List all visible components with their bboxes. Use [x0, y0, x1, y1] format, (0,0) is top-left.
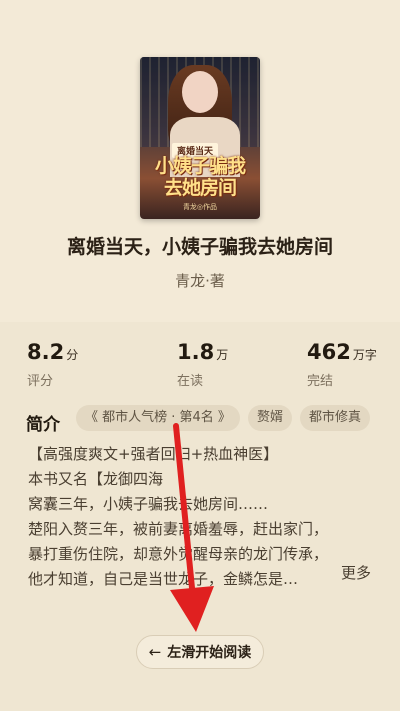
- description-line: 窝囊三年，小姨子骗我去她房间……: [28, 495, 269, 513]
- stat-unit: 万: [216, 348, 229, 362]
- stat-unit: 万字: [352, 348, 377, 362]
- tag-list: 《 都市人气榜 · 第4名 》 赘婿 都市修真: [76, 405, 370, 431]
- more-link[interactable]: 更多: [341, 562, 371, 583]
- description-line: 他才知道，自己是当世龙子，金鳞怎是…: [28, 570, 299, 588]
- start-reading-button[interactable]: ← 左滑开始阅读: [136, 635, 264, 669]
- cover-figure-face: [182, 71, 218, 113]
- book-cover[interactable]: 离婚当天 小姨子骗我去她房间 青龙◎作品: [140, 57, 260, 219]
- stat-label: 完结: [307, 374, 334, 389]
- tag-genre[interactable]: 赘婿: [247, 405, 292, 431]
- description-line: 暴打重伤住院，却意外觉醒母亲的龙门传承，: [28, 545, 329, 563]
- book-description[interactable]: 【高强度爽文+强者回归+热血神医】 本书又名【龙御四海 窝囊三年，小姨子骗我去她…: [28, 442, 378, 592]
- stat-rating: 8.2 分 评分: [27, 340, 78, 389]
- description-line: 本书又名【龙御四海: [28, 470, 164, 488]
- stat-value: 462: [307, 340, 351, 364]
- description-line: 【高强度爽文+强者回归+热血神医】: [28, 445, 279, 463]
- stat-unit: 分: [66, 348, 79, 362]
- book-author[interactable]: 青龙·著: [0, 270, 400, 291]
- tag-ranking[interactable]: 《 都市人气榜 · 第4名 》: [76, 405, 240, 431]
- arrow-left-icon: ←: [148, 643, 162, 661]
- start-reading-label: 左滑开始阅读: [167, 645, 252, 661]
- stat-label: 在读: [177, 374, 204, 389]
- stat-label: 评分: [27, 374, 54, 389]
- stat-readers: 1.8 万 在读: [177, 340, 228, 389]
- book-title: 离婚当天，小姨子骗我去她房间: [66, 236, 333, 258]
- description-line: 楚阳入赘三年，被前妻离婚羞辱，赶出家门，: [28, 520, 329, 538]
- cover-title: 小姨子骗我去她房间: [154, 155, 246, 199]
- stat-wordcount: 462 万字 完结: [307, 340, 377, 389]
- stat-value: 8.2: [27, 340, 65, 364]
- stat-value: 1.8: [177, 340, 215, 364]
- intro-heading: 简介: [26, 415, 60, 435]
- tag-genre[interactable]: 都市修真: [299, 405, 370, 431]
- cover-author: 青龙◎作品: [182, 203, 218, 211]
